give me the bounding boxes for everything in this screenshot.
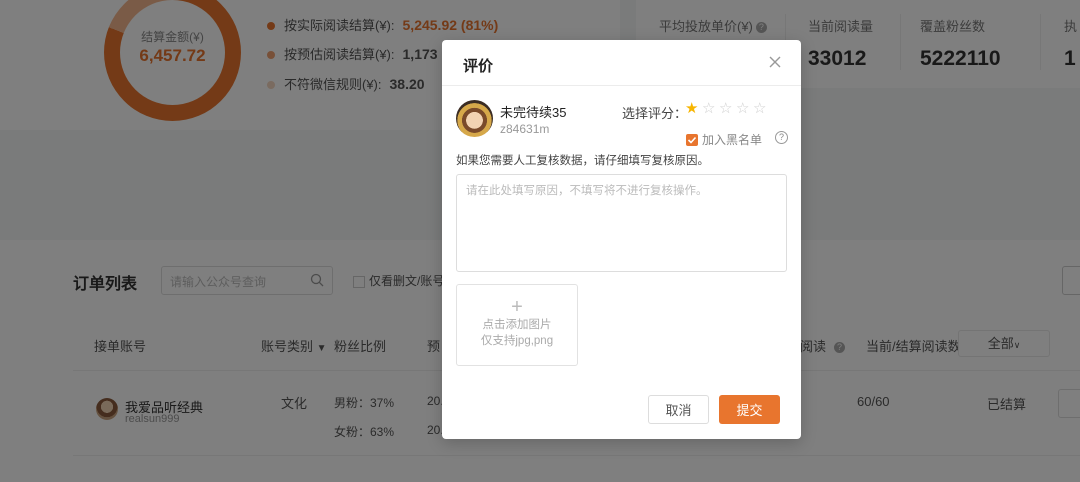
star-icon[interactable]: ★ <box>685 101 699 117</box>
close-icon[interactable] <box>767 54 783 70</box>
checkbox-checked-icon[interactable] <box>686 133 698 146</box>
star-icon[interactable]: ☆ <box>753 101 767 117</box>
star-icon[interactable]: ☆ <box>702 101 716 117</box>
upload-format-hint: 仅支持jpg,png <box>480 335 554 347</box>
dialog-header: 评价 <box>442 40 801 86</box>
star-icon[interactable]: ☆ <box>719 101 733 117</box>
review-hint: 如果您需要人工复核数据，请仔细填写复核原因。 <box>456 155 709 167</box>
image-upload[interactable]: + 点击添加图片 仅支持jpg,png <box>456 284 578 366</box>
avatar <box>456 100 493 137</box>
dialog-title: 评价 <box>463 58 494 75</box>
submit-button[interactable]: 提交 <box>719 395 780 424</box>
reason-textarea[interactable] <box>456 174 787 272</box>
blacklist-checkbox[interactable]: 加入黑名单 <box>686 131 762 148</box>
user-id: z84631m <box>500 122 550 136</box>
cancel-button[interactable]: 取消 <box>648 395 709 424</box>
rating-dialog: 评价 未完待续35 z84631m 选择评分： ★ ☆ ☆ ☆ ☆ 加入黑名单 ? 如果… <box>442 40 801 439</box>
rating-label: 选择评分： <box>622 106 688 121</box>
star-icon[interactable]: ☆ <box>736 101 750 117</box>
upload-hint: 点击添加图片 <box>482 319 552 331</box>
star-rating[interactable]: ★ ☆ ☆ ☆ ☆ <box>685 101 770 117</box>
user-name: 未完待续35 <box>500 105 567 120</box>
question-icon[interactable]: ? <box>775 131 788 144</box>
plus-icon: + <box>511 296 523 318</box>
